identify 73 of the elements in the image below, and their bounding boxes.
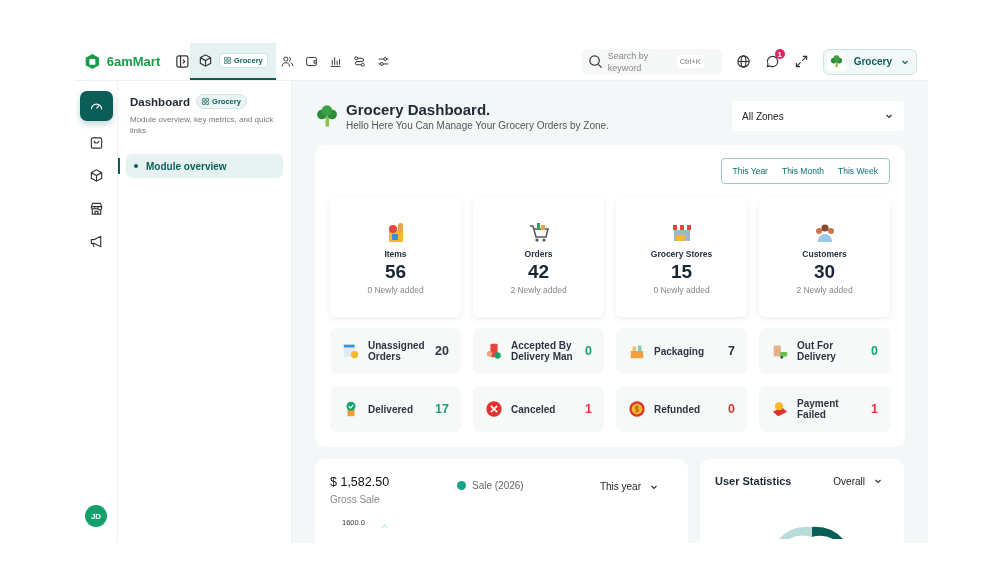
sidebar-toggle-icon[interactable] [175,54,190,69]
period-tab[interactable]: This Month [774,159,831,183]
page-subtitle: Hello Here You Can Manage Your Grocery Orders by Zone. [346,120,609,131]
status-count: 7 [728,344,735,358]
stat-value: 30 [813,260,836,283]
wallet-icon [305,55,319,68]
bag-icon [88,134,104,150]
status-label: Out For Delivery [797,340,837,362]
users-icon [281,55,295,68]
accepted-icon [485,342,503,360]
megaphone-icon [88,233,104,249]
page-title: Grocery Dashboard. [346,101,492,118]
stat-value: 56 [384,260,407,283]
status-count: 1 [585,402,592,416]
stat-label: Items [384,248,407,259]
period-tab[interactable]: This Year [725,159,775,183]
sidebar-item[interactable]: Module overview [126,154,283,178]
period-tab[interactable]: This Week [831,159,885,183]
broccoli-icon [828,54,844,69]
chart-icon [329,55,343,68]
status-label: Refunded [654,403,702,415]
store-icon [88,200,104,216]
refunded-icon [628,400,646,418]
status-count: 0 [871,344,878,358]
globe-icon[interactable] [735,54,751,69]
broccoli-icon [315,104,339,128]
stat-value: 42 [527,260,550,283]
dashboard-nav-item[interactable] [79,91,113,121]
status-count: 1 [871,402,878,416]
search-icon [587,54,603,69]
status-label: Canceled [511,403,557,415]
routes-icon [353,55,367,68]
stat-label: Orders [524,248,553,259]
stat-note: 0 Newly added [653,284,710,295]
status-label: Payment Failed [797,398,840,420]
line-chart-drawing [380,523,388,529]
period-select[interactable]: Overall [833,475,883,487]
brand-name: 6amMart [106,54,161,69]
sidebar-description: Module overview, key metrics, and quick links [130,114,275,136]
stat-value: 15 [670,260,693,283]
logo-icon [84,53,101,70]
box-icon [198,53,213,68]
status-count: 20 [435,344,449,358]
module-switcher[interactable]: Grocery [822,48,917,75]
stat-note: 2 Newly added [796,284,853,295]
zone-select[interactable]: All Zones [732,101,904,131]
status-label: Unassigned Orders [368,340,426,362]
status-count: 0 [728,402,735,416]
gross-sale-amount: $ 1,582.50 [330,475,391,489]
box-icon [88,167,104,183]
expand-icon[interactable] [793,54,809,69]
stat-label: Grocery Stores [650,248,713,259]
sliders-icon [377,55,391,68]
gross-sale-label: Gross Sale [330,494,381,505]
status-label: Accepted By Delivery Man [511,340,574,362]
unassigned-icon [342,342,360,360]
grid-icon [224,57,231,64]
sidebar-title: Dashboard [130,95,191,108]
legend-label: Sale (2026) [472,480,524,491]
stat-note: 2 Newly added [510,284,567,295]
status-label: Packaging [654,345,706,357]
stat-note: 0 Newly added [367,284,424,295]
selection-indicator [118,158,120,174]
card-title: User Statistics [715,475,792,487]
status-count: 17 [435,402,449,416]
search-input[interactable]: Search by keyword [607,49,672,74]
period-select[interactable]: This year [599,481,659,492]
chat-icon[interactable] [764,54,780,69]
grid-icon [202,98,210,105]
canceled-icon [485,400,503,418]
status-count: 0 [585,344,592,358]
status-label: Delivered [368,403,415,415]
stat-label: Customers [802,248,847,259]
